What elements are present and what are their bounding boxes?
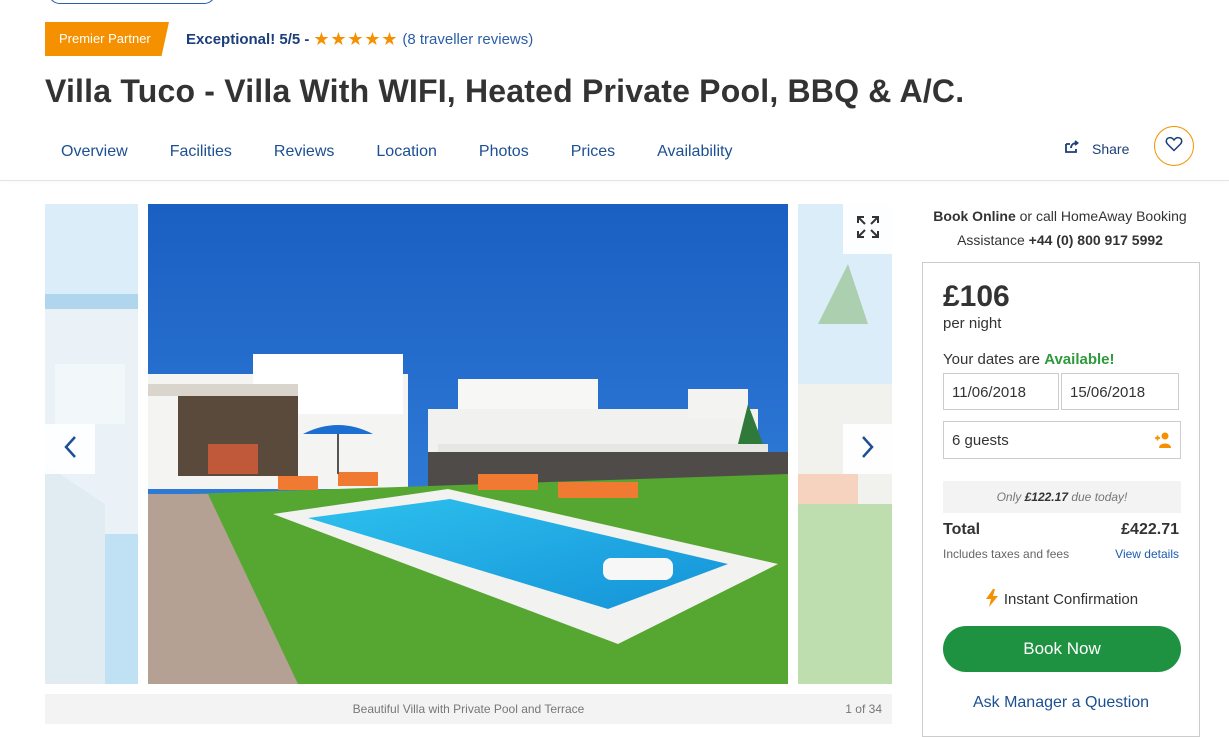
tab-photos[interactable]: Photos — [453, 131, 545, 173]
tab-overview[interactable]: Overview — [45, 131, 144, 173]
guests-icon — [1154, 431, 1172, 453]
photo-caption: Beautiful Villa with Private Pool and Te… — [352, 702, 585, 716]
availability-status: Your dates are Available! — [943, 351, 1115, 368]
booking-assistance-text: Book Online or call HomeAway Booking Ass… — [920, 204, 1200, 252]
main-photo[interactable] — [148, 204, 788, 684]
lightning-icon — [984, 589, 1000, 611]
tab-reviews[interactable]: Reviews — [248, 131, 350, 173]
premier-partner-badge: Premier Partner — [45, 22, 169, 56]
guests-selector[interactable]: 6 guests — [943, 421, 1181, 459]
total-label: Total — [943, 521, 981, 538]
guests-value: 6 guests — [952, 432, 1009, 449]
share-label: Share — [1092, 140, 1130, 157]
book-online-label: Book Online — [933, 208, 1016, 224]
star-icon: ★ — [381, 29, 398, 49]
total-value: £422.71 — [1121, 521, 1179, 538]
tab-availability[interactable]: Availability — [631, 131, 748, 173]
star-icon: ★ — [347, 29, 364, 49]
next-photo-button[interactable] — [843, 424, 893, 474]
nightly-price: £106 — [943, 280, 1010, 313]
instant-confirmation: Instant Confirmation — [923, 589, 1199, 611]
section-tabs: Overview Facilities Reviews Location Pho… — [45, 131, 748, 173]
page-title: Villa Tuco - Villa With WIFI, Heated Pri… — [45, 73, 965, 109]
expand-icon — [856, 215, 880, 244]
photo-counter: 1 of 34 — [845, 702, 882, 716]
fullscreen-button[interactable] — [843, 204, 893, 254]
due-amount: £122.17 — [1024, 490, 1068, 504]
rating-stars: ★ ★ ★ ★ ★ — [313, 29, 398, 49]
tab-location[interactable]: Location — [350, 131, 453, 173]
ask-manager-link[interactable]: Ask Manager a Question — [923, 694, 1199, 712]
phone-number[interactable]: +44 (0) 800 917 5992 — [1029, 232, 1163, 248]
star-icon: ★ — [364, 29, 381, 49]
due-today-notice: Only £122.17 due today! — [943, 481, 1181, 513]
star-icon: ★ — [313, 29, 330, 49]
due-suffix: due today! — [1068, 490, 1128, 504]
taxes-note: Includes taxes and fees — [943, 547, 1070, 561]
check-in-date-field[interactable]: 11/06/2018 — [943, 373, 1059, 410]
check-out-date-field[interactable]: 15/06/2018 — [1061, 373, 1179, 410]
chevron-left-icon — [63, 435, 77, 464]
share-icon — [1064, 140, 1080, 157]
share-button[interactable]: Share — [1064, 140, 1129, 157]
availability-prefix: Your dates are — [943, 351, 1045, 368]
top-pill-button[interactable] — [48, 0, 216, 4]
book-now-button[interactable]: Book Now — [943, 626, 1181, 672]
booking-widget: £106 per night Your dates are Available!… — [922, 262, 1200, 737]
view-details-link[interactable]: View details — [1115, 547, 1179, 561]
available-label: Available! — [1044, 351, 1115, 368]
previous-photo-button[interactable] — [45, 424, 95, 474]
chevron-right-icon — [861, 435, 875, 464]
reviews-link[interactable]: (8 traveller reviews) — [402, 31, 533, 48]
rating-label: Exceptional! 5/5 - — [186, 31, 310, 48]
tab-prices[interactable]: Prices — [545, 131, 631, 173]
favorite-button[interactable] — [1154, 126, 1194, 166]
photo-caption-bar: Beautiful Villa with Private Pool and Te… — [45, 694, 892, 724]
header-divider — [0, 180, 1229, 181]
tab-facilities[interactable]: Facilities — [144, 131, 248, 173]
instant-confirmation-label: Instant Confirmation — [1003, 590, 1139, 608]
rating-row: Exceptional! 5/5 - ★ ★ ★ ★ ★ (8 travelle… — [186, 29, 533, 49]
star-icon: ★ — [330, 29, 347, 49]
per-night-label: per night — [943, 315, 1002, 332]
due-prefix: Only — [996, 490, 1025, 504]
heart-icon — [1165, 136, 1183, 157]
